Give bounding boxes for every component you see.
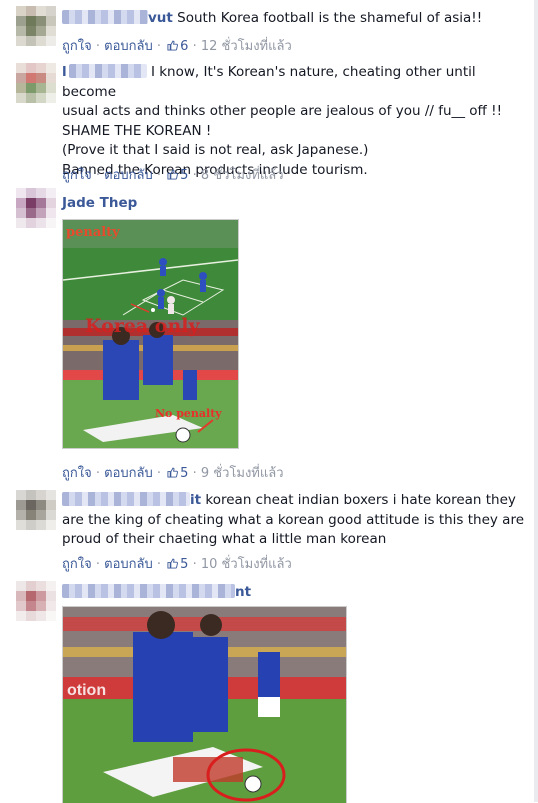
avatar[interactable] [16,581,56,621]
comment-4: it korean cheat indian boxers i hate kor… [0,485,538,573]
author-name[interactable]: nt [235,584,251,600]
separator: · [192,168,197,183]
like-count[interactable]: 5 [180,466,188,481]
separator: · [192,39,197,54]
comment-actions: ถูกใจ · ตอบกลับ · 5 · 10 ชั่วโมงที่แล้ว [62,553,292,574]
scrollbar-track[interactable] [534,0,538,802]
like-count[interactable]: 6 [180,39,188,54]
comment-text-line: are the king of cheating what a korean g… [62,511,525,528]
comment-body: nt [62,583,526,603]
thumbs-up-icon[interactable] [167,467,179,478]
comment-text-line: proud of their chaeting what a little ma… [62,531,387,547]
like-link[interactable]: ถูกใจ [62,557,92,572]
comment-body: vut South Korea football is the shameful… [62,9,526,29]
photo-label-bottom: No penalty [155,407,222,420]
comment-1: vut South Korea football is the shameful… [0,0,538,60]
comment-text-line: (Prove it that I said is not real, ask J… [62,142,369,158]
reply-link[interactable]: ตอบกลับ [104,557,153,572]
comment-body: Jade Thep [62,194,526,214]
comment-2: l I know, It's Korean's nature, cheating… [0,60,538,185]
timestamp[interactable]: 10 ชั่วโมงที่แล้ว [201,557,292,572]
like-link[interactable]: ถูกใจ [62,466,92,481]
comment-photo[interactable]: otion [62,606,347,803]
comment-text-line: SHAME THE KOREAN ! [62,122,212,139]
separator: · [156,39,162,54]
comment-actions: ถูกใจ · ตอบกลับ · 5 · 8 ชั่วโมงที่แล้ว [62,164,284,185]
comment-photo[interactable]: penalty Korea only No penalty [62,219,239,449]
thumbs-up-icon[interactable] [167,40,179,51]
reply-link[interactable]: ตอบกลับ [104,168,153,183]
comment-body: l I know, It's Korean's nature, cheating… [62,63,526,180]
comment-text-line: usual acts and thinks other people are j… [62,103,502,119]
separator: · [95,557,100,572]
like-link[interactable]: ถูกใจ [62,39,92,54]
like-count[interactable]: 5 [180,557,188,572]
comment-5: nt otion [0,573,538,803]
separator: · [156,168,162,183]
separator: · [95,39,100,54]
author-name[interactable]: it [190,492,201,508]
avatar[interactable] [16,63,56,103]
avatar[interactable] [16,6,56,46]
separator: · [192,466,197,481]
timestamp[interactable]: 12 ชั่วโมงที่แล้ว [201,39,292,54]
comment-body: it korean cheat indian boxers i hate kor… [62,491,526,550]
comment-actions: ถูกใจ · ตอบกลับ · 6 · 12 ชั่วโมงที่แล้ว [62,35,292,56]
photo-label-middle: Korea only [85,315,200,337]
football-collage-image: penalty Korea only No penalty [63,220,238,448]
football-foul-image: otion [63,607,346,803]
timestamp[interactable]: 9 ชั่วโมงที่แล้ว [201,466,284,481]
svg-text:otion: otion [67,682,106,699]
comment-text-line: korean cheat indian boxers i hate korean… [205,492,516,508]
comment-3: Jade Thep penalty Korea only No penalty … [0,185,538,485]
redacted-name [62,10,148,24]
timestamp[interactable]: 8 ชั่วโมงที่แล้ว [201,168,284,183]
like-link[interactable]: ถูกใจ [62,168,92,183]
redacted-name [62,584,235,598]
reply-link[interactable]: ตอบกลับ [104,466,153,481]
author-name[interactable]: Jade Thep [62,195,137,211]
thumbs-up-icon[interactable] [167,169,179,180]
avatar[interactable] [16,490,56,530]
comment-actions: ถูกใจ · ตอบกลับ · 5 · 9 ชั่วโมงที่แล้ว [62,462,284,483]
redacted-name [68,64,147,78]
author-name[interactable]: l [62,64,67,80]
like-count[interactable]: 5 [180,168,188,183]
separator: · [192,557,197,572]
thumbs-up-icon[interactable] [167,558,179,569]
separator: · [95,168,100,183]
author-name[interactable]: vut [148,10,173,26]
redacted-name [62,492,190,506]
avatar[interactable] [16,188,56,228]
reply-link[interactable]: ตอบกลับ [104,39,153,54]
separator: · [95,466,100,481]
separator: · [156,557,162,572]
photo-label-top: penalty [66,225,120,240]
comment-text: South Korea football is the shameful of … [177,10,483,26]
separator: · [156,466,162,481]
